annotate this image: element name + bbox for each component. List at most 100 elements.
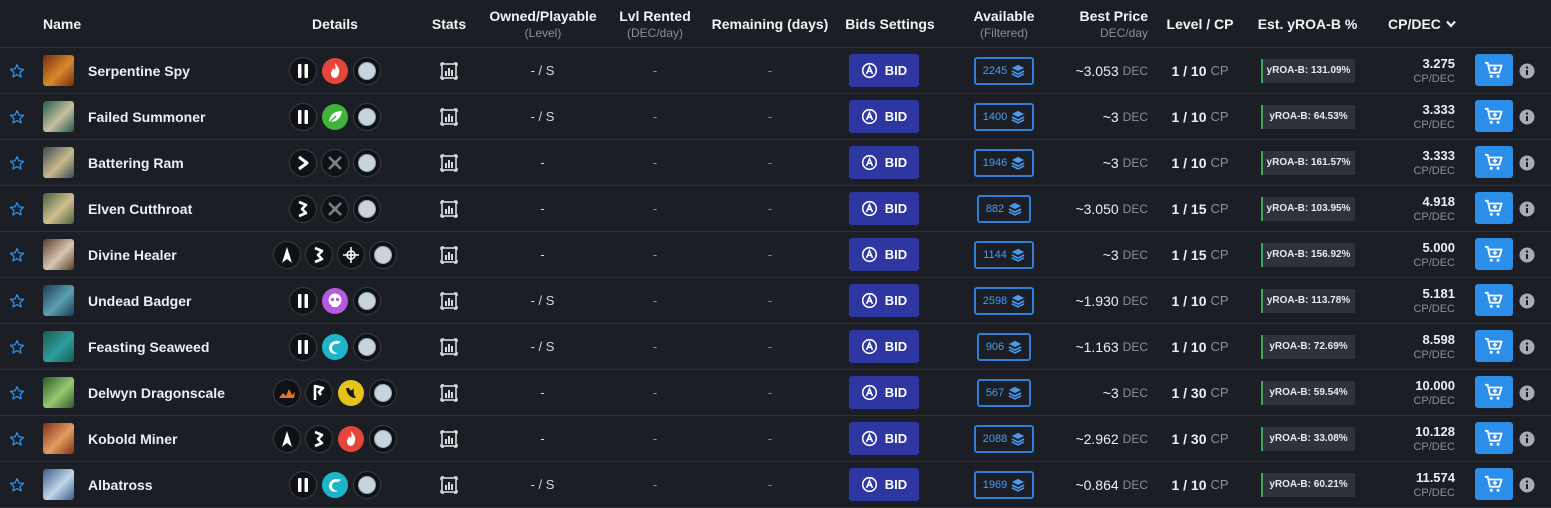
add-to-cart-button[interactable] (1475, 422, 1513, 454)
available-count[interactable]: 882 (972, 186, 1036, 231)
info-icon[interactable] (1518, 278, 1536, 323)
cp-unit: CP (1210, 247, 1229, 262)
stats-icon[interactable] (437, 186, 461, 231)
card-name[interactable]: Elven Cutthroat (88, 186, 192, 231)
info-icon[interactable] (1518, 324, 1536, 369)
header-best-price[interactable]: Best Price DEC/day (1060, 0, 1148, 47)
card-avatar[interactable] (43, 193, 74, 224)
header-level-cp[interactable]: Level / CP (1160, 0, 1240, 47)
stats-icon[interactable] (437, 416, 461, 461)
available-count[interactable]: 2088 (972, 416, 1036, 461)
best-price-value: ~3.050 (1075, 200, 1119, 217)
remaining-days: - (767, 477, 773, 492)
stats-icon[interactable] (437, 94, 461, 139)
stats-icon[interactable] (437, 370, 461, 415)
header-yroa[interactable]: Est. yROA-B % (1255, 0, 1360, 47)
favorite-star-icon[interactable] (8, 48, 26, 93)
cpdec-value: 4.918 (1422, 194, 1455, 209)
bid-button[interactable]: BID (849, 146, 919, 179)
card-avatar[interactable] (43, 147, 74, 178)
add-to-cart-button[interactable] (1475, 376, 1513, 408)
bid-button[interactable]: BID (849, 422, 919, 455)
bid-button[interactable]: BID (849, 376, 919, 409)
card-avatar[interactable] (43, 239, 74, 270)
add-to-cart-button[interactable] (1475, 100, 1513, 132)
info-icon[interactable] (1518, 370, 1536, 415)
card-name[interactable]: Divine Healer (88, 232, 177, 277)
add-to-cart-button[interactable] (1475, 238, 1513, 270)
card-avatar[interactable] (43, 101, 74, 132)
card-name[interactable]: Undead Badger (88, 278, 191, 323)
bid-button[interactable]: BID (849, 54, 919, 87)
best-price: ~1.930 DEC (1050, 278, 1148, 323)
header-lvl-rented[interactable]: Lvl Rented (DEC/day) (610, 0, 700, 47)
info-icon[interactable] (1518, 186, 1536, 231)
add-to-cart-button[interactable] (1475, 284, 1513, 316)
add-to-cart-button[interactable] (1475, 146, 1513, 178)
table-row: Battering Ram - - - BID 1946 ~3 DEC 1 / 10 CP yROA… (0, 140, 1551, 186)
favorite-star-icon[interactable] (8, 186, 26, 231)
yroa-badge: yROA-B: 60.21% (1260, 462, 1355, 507)
bid-button[interactable]: BID (849, 330, 919, 363)
available-count[interactable]: 2245 (972, 48, 1036, 93)
available-count[interactable]: 1144 (972, 232, 1036, 277)
favorite-star-icon[interactable] (8, 140, 26, 185)
bid-button[interactable]: BID (849, 284, 919, 317)
info-icon[interactable] (1518, 232, 1536, 277)
available-count[interactable]: 1969 (972, 462, 1036, 507)
header-available[interactable]: Available (Filtered) (960, 0, 1048, 47)
card-name[interactable]: Feasting Seaweed (88, 324, 209, 369)
favorite-star-icon[interactable] (8, 462, 26, 507)
card-avatar[interactable] (43, 469, 74, 500)
bid-button[interactable]: BID (849, 100, 919, 133)
favorite-star-icon[interactable] (8, 416, 26, 461)
add-to-cart-button[interactable] (1475, 330, 1513, 362)
available-count[interactable]: 567 (972, 370, 1036, 415)
bid-label: BID (884, 247, 908, 262)
stats-icon[interactable] (437, 462, 461, 507)
stats-icon[interactable] (437, 48, 461, 93)
info-icon[interactable] (1518, 94, 1536, 139)
available-count[interactable]: 906 (972, 324, 1036, 369)
header-name[interactable]: Name (43, 0, 81, 47)
card-avatar[interactable] (43, 377, 74, 408)
favorite-star-icon[interactable] (8, 324, 26, 369)
info-icon[interactable] (1518, 48, 1536, 93)
card-avatar[interactable] (43, 285, 74, 316)
favorite-star-icon[interactable] (8, 232, 26, 277)
stats-icon[interactable] (437, 278, 461, 323)
bid-label: BID (884, 339, 908, 354)
card-name[interactable]: Kobold Miner (88, 416, 177, 461)
card-name[interactable]: Serpentine Spy (88, 48, 190, 93)
card-name[interactable]: Delwyn Dragonscale (88, 370, 225, 415)
available-count[interactable]: 2598 (972, 278, 1036, 323)
info-icon[interactable] (1518, 462, 1536, 507)
header-remaining[interactable]: Remaining (days) (710, 0, 830, 47)
card-name[interactable]: Battering Ram (88, 140, 184, 185)
bid-button[interactable]: BID (849, 238, 919, 271)
card-name[interactable]: Albatross (88, 462, 153, 507)
info-icon[interactable] (1518, 140, 1536, 185)
info-icon[interactable] (1518, 416, 1536, 461)
bid-button[interactable]: BID (849, 468, 919, 501)
header-owned[interactable]: Owned/Playable (Level) (486, 0, 600, 47)
stats-icon[interactable] (437, 140, 461, 185)
stats-icon[interactable] (437, 232, 461, 277)
add-to-cart-button[interactable] (1475, 468, 1513, 500)
price-unit: DEC (1122, 155, 1148, 170)
card-avatar[interactable] (43, 423, 74, 454)
bid-button[interactable]: BID (849, 192, 919, 225)
stats-icon[interactable] (437, 324, 461, 369)
add-to-cart-button[interactable] (1475, 54, 1513, 86)
add-to-cart-button[interactable] (1475, 192, 1513, 224)
available-count[interactable]: 1946 (972, 140, 1036, 185)
header-cpdec[interactable]: CP/DEC (1388, 0, 1456, 47)
card-avatar[interactable] (43, 55, 74, 86)
favorite-star-icon[interactable] (8, 370, 26, 415)
card-avatar[interactable] (43, 331, 74, 362)
available-count[interactable]: 1400 (972, 94, 1036, 139)
favorite-star-icon[interactable] (8, 94, 26, 139)
favorite-star-icon[interactable] (8, 278, 26, 323)
melee-attack-icon (289, 286, 317, 315)
card-name[interactable]: Failed Summoner (88, 94, 205, 139)
